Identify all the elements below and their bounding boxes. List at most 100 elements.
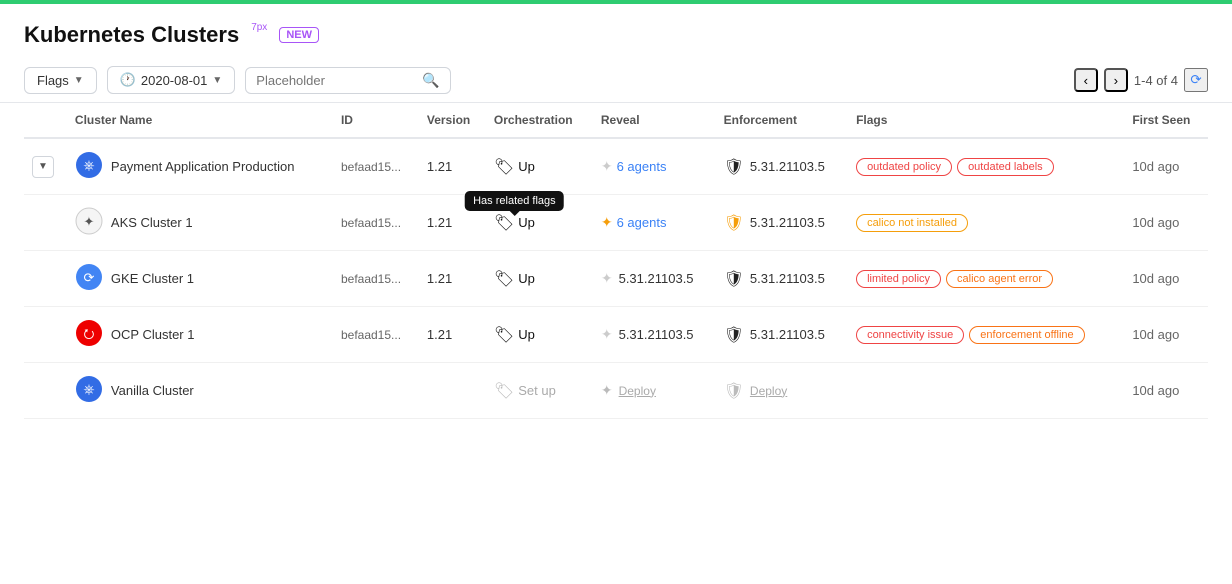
cluster-icon: ⎈ (75, 375, 103, 406)
flag-badge: outdated policy (856, 158, 952, 176)
enforcement-value: 5.31.21103.5 (750, 159, 825, 174)
flags-label: Flags (37, 73, 69, 88)
version-cell (419, 363, 486, 419)
id-cell: befaad15... (333, 195, 419, 251)
col-orchestration: Orchestration (486, 103, 593, 138)
version-cell: 1.21 (419, 251, 486, 307)
enforcement-value: 5.31.21103.5 (750, 215, 825, 230)
enforcement-cell: 🛡 Deploy (716, 363, 848, 419)
enforcement-cell: 🛡 5.31.21103.5 (716, 195, 848, 251)
px-label: 7px (251, 22, 267, 33)
reveal-value: 5.31.21103.5 (619, 271, 694, 286)
enforcement-cell: 🛡 5.31.21103.5 (716, 251, 848, 307)
chevron-down-icon: ▼ (74, 75, 84, 86)
col-cluster-name: Cluster Name (67, 103, 333, 138)
col-version: Version (419, 103, 486, 138)
cluster-name-text: Vanilla Cluster (111, 383, 194, 398)
first-seen-cell: 10d ago (1124, 251, 1208, 307)
refresh-button[interactable]: ⟳ (1184, 68, 1208, 92)
cluster-name-text: OCP Cluster 1 (111, 327, 195, 342)
cluster-name-cell: ⎈ Vanilla Cluster (67, 363, 333, 419)
table-header-row: Cluster Name ID Version Orchestration Re… (24, 103, 1208, 138)
orchestration-cell: 🏷 Up (486, 307, 593, 363)
expand-cell: ▼ (24, 138, 67, 195)
enforcement-cell: 🛡 5.31.21103.5 (716, 307, 848, 363)
enforcement-value: 5.31.21103.5 (750, 271, 825, 286)
cluster-icon: ⭮ (75, 319, 103, 350)
reveal-cell: ✦ 6 agents (593, 138, 716, 195)
version-cell: 1.21 (419, 307, 486, 363)
next-page-button[interactable]: › (1104, 68, 1128, 92)
cluster-name-cell: ⭮ OCP Cluster 1 (67, 307, 333, 363)
col-flags: Flags (848, 103, 1124, 138)
flag-badge: limited policy (856, 270, 941, 288)
orchestration-status: 🏷 Up (494, 325, 585, 345)
flags-cell: connectivity issueenforcement offline (848, 307, 1124, 363)
table-row: ⎈ Vanilla Cluster 🏷 Set up ✦ Deploy 🛡 De… (24, 363, 1208, 419)
table-row: ✦ AKS Cluster 1 befaad15... 1.21 🏷 Up Ha… (24, 195, 1208, 251)
reveal-cell: ✦ 5.31.21103.5 (593, 307, 716, 363)
chevron-down-icon-date: ▼ (212, 75, 222, 86)
page-title: Kubernetes Clusters (24, 22, 239, 48)
pagination: ‹ › 1-4 of 4 ⟳ (1074, 68, 1208, 92)
date-filter-button[interactable]: 🕐 2020-08-01 ▼ (107, 66, 236, 94)
reveal-cell: ✦ Deploy (593, 363, 716, 419)
first-seen-cell: 10d ago (1124, 363, 1208, 419)
cluster-icon: ✦ (75, 207, 103, 238)
reveal-cell: ✦ 6 agents (593, 195, 716, 251)
deploy-reveal-link[interactable]: Deploy (619, 384, 656, 398)
svg-text:✦: ✦ (83, 214, 94, 229)
col-id: ID (333, 103, 419, 138)
flags-cell: outdated policyoutdated labels (848, 138, 1124, 195)
search-wrapper: 🔍 (245, 67, 450, 94)
agents-link[interactable]: ✦ 6 agents (601, 158, 708, 175)
clusters-table: Cluster Name ID Version Orchestration Re… (24, 103, 1208, 419)
pagination-label: 1-4 of 4 (1134, 73, 1178, 88)
reveal-icon: ✦ (601, 326, 613, 343)
flag-badge: calico agent error (946, 270, 1053, 288)
flags-cell: calico not installed (848, 195, 1124, 251)
clock-icon: 🕐 (120, 72, 136, 88)
cluster-icon: ⟳ (75, 263, 103, 294)
enforcement-value: 5.31.21103.5 (750, 327, 825, 342)
svg-text:⎈: ⎈ (83, 381, 94, 397)
orchestration-cell: 🏷 Up Has related flags (486, 195, 593, 251)
reveal-value: 5.31.21103.5 (619, 327, 694, 342)
search-input[interactable] (256, 73, 416, 88)
cluster-name-text: AKS Cluster 1 (111, 215, 193, 230)
flag-badge: calico not installed (856, 214, 968, 232)
svg-text:⎈: ⎈ (83, 157, 94, 173)
expand-button[interactable]: ▼ (32, 156, 54, 178)
toolbar: Flags ▼ 🕐 2020-08-01 ▼ 🔍 ‹ › 1-4 of 4 ⟳ (0, 58, 1232, 103)
flags-filter-button[interactable]: Flags ▼ (24, 67, 97, 94)
reveal-cell: ✦ 5.31.21103.5 (593, 251, 716, 307)
svg-text:⭮: ⭮ (83, 326, 94, 341)
agents-count: 6 agents (617, 159, 667, 174)
id-cell: befaad15... (333, 307, 419, 363)
orchestration-status: 🏷 Up (494, 269, 585, 289)
table-container: Cluster Name ID Version Orchestration Re… (0, 103, 1232, 419)
first-seen-cell: 10d ago (1124, 307, 1208, 363)
id-cell: befaad15... (333, 251, 419, 307)
orchestration-cell: 🏷 Up (486, 138, 593, 195)
orchestration-cell: 🏷 Up (486, 251, 593, 307)
flag-badge: enforcement offline (969, 326, 1084, 344)
cluster-name-text: Payment Application Production (111, 159, 295, 174)
id-cell: befaad15... (333, 138, 419, 195)
orchestration-cell: 🏷 Set up (486, 363, 593, 419)
cluster-name-cell: ⎈ Payment Application Production (67, 138, 333, 195)
cluster-name-cell: ⟳ GKE Cluster 1 (67, 251, 333, 307)
enforcement-cell: 🛡 5.31.21103.5 (716, 138, 848, 195)
expand-cell (24, 251, 67, 307)
table-row: ⭮ OCP Cluster 1 befaad15... 1.21 🏷 Up ✦ … (24, 307, 1208, 363)
reveal-icon: ✦ (601, 270, 613, 287)
search-icon[interactable]: 🔍 (422, 72, 439, 89)
first-seen-cell: 10d ago (1124, 138, 1208, 195)
table-row: ▼ ⎈ Payment Application Production befaa… (24, 138, 1208, 195)
cluster-name-text: GKE Cluster 1 (111, 271, 194, 286)
cluster-name-cell: ✦ AKS Cluster 1 (67, 195, 333, 251)
deploy-enforcement-link[interactable]: Deploy (750, 384, 787, 398)
col-expand (24, 103, 67, 138)
prev-page-button[interactable]: ‹ (1074, 68, 1098, 92)
agents-link[interactable]: ✦ 6 agents (601, 214, 708, 231)
